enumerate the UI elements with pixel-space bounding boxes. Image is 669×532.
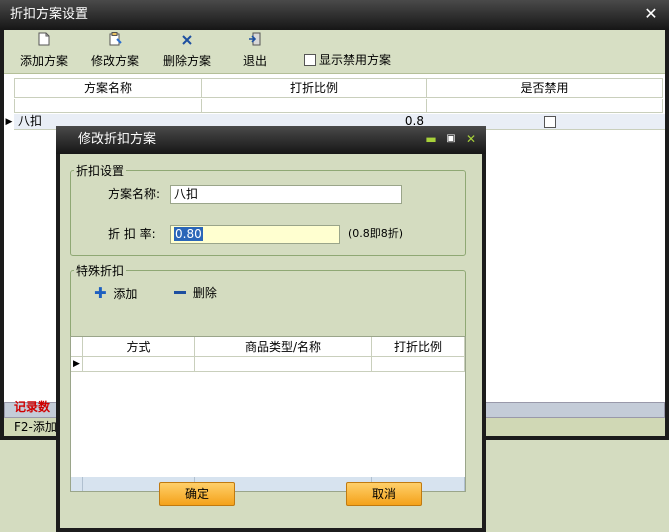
filter-cell[interactable] bbox=[201, 99, 427, 113]
close-icon[interactable]: ✕ bbox=[464, 132, 478, 146]
filter-cell[interactable] bbox=[14, 99, 202, 113]
scheme-name-label: 方案名称: bbox=[108, 187, 161, 201]
rate-input[interactable]: 0.80 bbox=[170, 225, 340, 244]
edit-scheme-label: 修改方案 bbox=[90, 54, 139, 68]
close-icon[interactable]: ✕ bbox=[643, 6, 659, 22]
toolbar: 添加方案 修改方案 删除方案 退出 显示禁用方案 bbox=[4, 30, 665, 74]
show-disabled-checkbox[interactable]: 显示禁用方案 bbox=[304, 52, 391, 70]
plus-icon: ✚ bbox=[94, 284, 107, 302]
delete-x-icon bbox=[160, 32, 214, 52]
rate-label: 折 扣 率: bbox=[108, 227, 156, 241]
product-cell[interactable] bbox=[195, 357, 372, 372]
discount-settings-label: 折扣设置 bbox=[74, 162, 127, 179]
add-scheme-button[interactable]: 添加方案 bbox=[18, 32, 70, 72]
column-header-name[interactable]: 方案名称 bbox=[14, 78, 202, 98]
dialog-body: 折扣设置 方案名称: 八扣 折 扣 率: 0.80 (0.8即8折) 特殊折扣 … bbox=[60, 154, 482, 528]
remove-rule-button[interactable]: 删除 bbox=[174, 284, 217, 302]
show-disabled-label: 显示禁用方案 bbox=[319, 53, 392, 67]
delete-scheme-button[interactable]: 删除方案 bbox=[160, 32, 214, 72]
scheme-name-input[interactable]: 八扣 bbox=[170, 185, 402, 204]
clipboard-edit-icon bbox=[88, 32, 142, 52]
ok-button[interactable]: 确定 bbox=[159, 482, 235, 506]
rate-cell[interactable] bbox=[372, 357, 465, 372]
checkbox-box[interactable] bbox=[304, 54, 316, 66]
delete-scheme-label: 删除方案 bbox=[162, 54, 211, 68]
exit-label: 退出 bbox=[242, 54, 267, 68]
exit-door-icon bbox=[236, 32, 274, 52]
column-header-method[interactable]: 方式 bbox=[83, 337, 195, 357]
hint-text: F2-添加 bbox=[14, 420, 57, 434]
minimize-icon[interactable]: ▬ bbox=[424, 132, 438, 146]
special-discount-label: 特殊折扣 bbox=[74, 262, 127, 279]
row-indicator-icon: ▶ bbox=[5, 117, 13, 127]
indicator-header bbox=[71, 337, 83, 357]
row-disabled-checkbox[interactable] bbox=[544, 116, 556, 128]
filter-cell[interactable] bbox=[426, 99, 663, 113]
add-scheme-label: 添加方案 bbox=[19, 54, 68, 68]
column-header-rate[interactable]: 打折比例 bbox=[201, 78, 427, 98]
main-title: 折扣方案设置 bbox=[0, 0, 669, 30]
method-cell[interactable] bbox=[83, 357, 195, 372]
footer-cell bbox=[71, 477, 83, 491]
edit-discount-dialog: 修改折扣方案 ▬ ▣ ✕ 折扣设置 方案名称: 八扣 折 扣 率: 0.80 (… bbox=[56, 126, 486, 532]
maximize-icon[interactable]: ▣ bbox=[444, 132, 458, 146]
column-header-rate[interactable]: 打折比例 bbox=[372, 337, 465, 357]
minus-icon bbox=[174, 291, 186, 294]
column-header-product[interactable]: 商品类型/名称 bbox=[195, 337, 372, 357]
document-icon bbox=[18, 32, 70, 52]
row-indicator-icon: ▶ bbox=[71, 357, 83, 372]
rate-value: 0.80 bbox=[174, 227, 203, 241]
column-header-disabled[interactable]: 是否禁用 bbox=[426, 78, 663, 98]
edit-scheme-button[interactable]: 修改方案 bbox=[88, 32, 142, 72]
exit-button[interactable]: 退出 bbox=[236, 32, 274, 72]
remove-rule-label: 删除 bbox=[192, 286, 217, 300]
add-rule-label: 添加 bbox=[113, 287, 138, 301]
dialog-title: 修改折扣方案 bbox=[56, 126, 486, 154]
row-name-cell: 八扣 bbox=[18, 114, 43, 128]
cancel-button[interactable]: 取消 bbox=[346, 482, 422, 506]
add-rule-button[interactable]: ✚ 添加 bbox=[94, 284, 137, 302]
special-discount-grid: 方式 商品类型/名称 打折比例 ▶ bbox=[70, 336, 466, 492]
rate-hint: (0.8即8折) bbox=[348, 227, 404, 240]
